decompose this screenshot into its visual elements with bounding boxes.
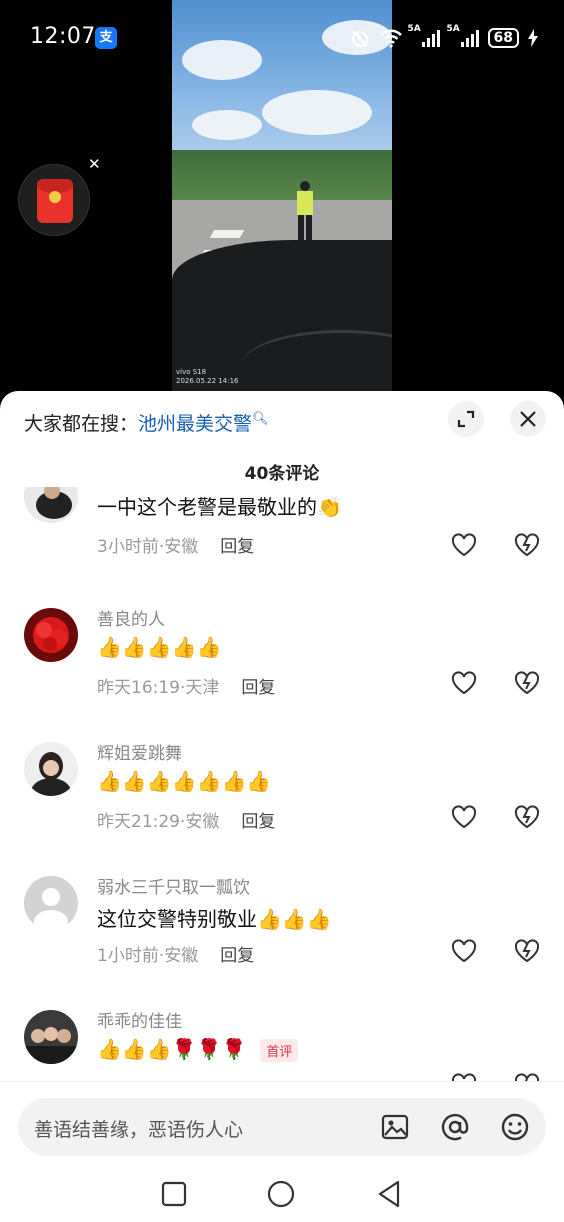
red-packet-button[interactable] <box>18 164 90 236</box>
close-button[interactable] <box>510 401 546 437</box>
username[interactable]: 善良的人 <box>97 605 165 630</box>
first-comment-badge: 首评 <box>260 1039 299 1062</box>
like-icon[interactable] <box>451 939 477 963</box>
comment-count: 40条评论 <box>244 464 320 484</box>
image-picker-icon[interactable] <box>380 1112 410 1142</box>
comment-item: 一中这个老警是最敬业的👏 3小时前·安徽 回复 <box>0 487 564 599</box>
avatar[interactable] <box>24 487 78 523</box>
avatar-default[interactable] <box>24 876 78 930</box>
search-keyword-link[interactable]: 池州最美交警 <box>138 413 252 435</box>
dislike-icon[interactable] <box>514 939 540 963</box>
search-prefix: 大家都在搜： <box>24 413 139 435</box>
status-bar: 12:07 支 5A 5A 68 <box>0 0 564 76</box>
reply-button[interactable]: 回复 <box>241 678 275 698</box>
like-icon[interactable] <box>451 1073 477 1081</box>
comment-meta: 昨天21:29·安徽 回复 <box>97 812 276 832</box>
video-trees <box>172 150 392 205</box>
comment-item: 善良的人 👍👍👍👍👍 昨天16:19·天津 回复 <box>0 599 564 733</box>
alarm-icon <box>351 30 368 47</box>
dislike-icon[interactable] <box>514 805 540 829</box>
dislike-icon[interactable] <box>514 533 540 557</box>
username[interactable]: 弱水三千只取一瓢饮 <box>97 873 250 898</box>
expand-icon <box>457 410 475 428</box>
search-icon: 🔍︎ <box>252 411 269 427</box>
emoji-icon[interactable] <box>500 1112 530 1142</box>
dislike-icon[interactable] <box>514 671 540 695</box>
comment-text: 👍👍👍🌹🌹🌹 首评 <box>97 1037 299 1062</box>
battery-indicator: 68 <box>487 28 519 48</box>
home-icon[interactable] <box>266 1179 296 1209</box>
recent-apps-icon[interactable] <box>160 1180 188 1208</box>
close-icon <box>520 411 536 427</box>
alipay-icon: 支 <box>95 27 117 49</box>
avatar[interactable] <box>24 742 78 796</box>
reply-button[interactable]: 回复 <box>241 812 275 832</box>
system-nav-bar <box>0 1174 564 1214</box>
avatar[interactable] <box>24 1010 78 1064</box>
comment-item: 弱水三千只取一瓢饮 这位交警特别敬业👍👍👍 1小时前·安徽 回复 <box>0 867 564 1001</box>
charging-icon <box>528 29 538 47</box>
comment-text: 👍👍👍👍👍👍👍 <box>97 769 272 793</box>
comment-meta: 昨天16:19·天津 回复 <box>97 678 276 698</box>
comment-meta: 1小时前·安徽 回复 <box>97 946 255 966</box>
like-icon[interactable] <box>451 671 477 695</box>
back-icon[interactable] <box>374 1179 404 1209</box>
search-suggestion[interactable]: 大家都在搜：池州最美交警🔍︎ <box>24 409 269 436</box>
avatar[interactable] <box>24 608 78 662</box>
expand-button[interactable] <box>448 401 484 437</box>
username[interactable]: 乖乖的佳佳 <box>97 1007 182 1032</box>
username[interactable]: 辉姐爱跳舞 <box>97 739 182 764</box>
like-icon[interactable] <box>451 805 477 829</box>
video-watermark: vivo S18 2026.05.22 14:16 <box>176 368 239 385</box>
comment-input[interactable]: 善语结善缘，恶语伤人心 <box>18 1098 546 1156</box>
dislike-icon[interactable] <box>514 1073 540 1081</box>
like-icon[interactable] <box>451 533 477 557</box>
wifi-icon <box>379 29 402 48</box>
reply-button[interactable]: 回复 <box>220 946 254 966</box>
red-packet-close-icon[interactable]: ✕ <box>88 155 101 173</box>
clock: 12:07 <box>30 24 96 49</box>
comment-meta: 3小时前·安徽 回复 <box>97 537 255 557</box>
comment-item: 辉姐爱跳舞 👍👍👍👍👍👍👍 昨天21:29·安徽 回复 <box>0 733 564 867</box>
comment-input-placeholder: 善语结善缘，恶语伤人心 <box>34 1119 244 1141</box>
comment-sheet: 大家都在搜：池州最美交警🔍︎ 40条评论 一中这个老警是最敬业的👏 3小时前·安… <box>0 391 564 1222</box>
comment-text: 一中这个老警是最敬业的👏 <box>97 495 342 519</box>
reply-button[interactable]: 回复 <box>220 537 254 557</box>
signal-icon-1: 5A <box>408 24 440 47</box>
comment-text: 👍👍👍👍👍 <box>97 635 222 659</box>
comment-item: 乖乖的佳佳 👍👍👍🌹🌹🌹 首评 <box>0 1001 564 1081</box>
comment-input-bar: 善语结善缘，恶语伤人心 <box>0 1081 564 1222</box>
signal-icon-2: 5A <box>447 24 479 47</box>
mention-icon[interactable] <box>440 1112 470 1142</box>
comment-list[interactable]: 一中这个老警是最敬业的👏 3小时前·安徽 回复 善良的人 👍👍👍👍👍 昨天16:1… <box>0 487 564 1081</box>
red-envelope-icon <box>37 179 73 223</box>
comment-text: 这位交警特别敬业👍👍👍 <box>97 907 332 931</box>
